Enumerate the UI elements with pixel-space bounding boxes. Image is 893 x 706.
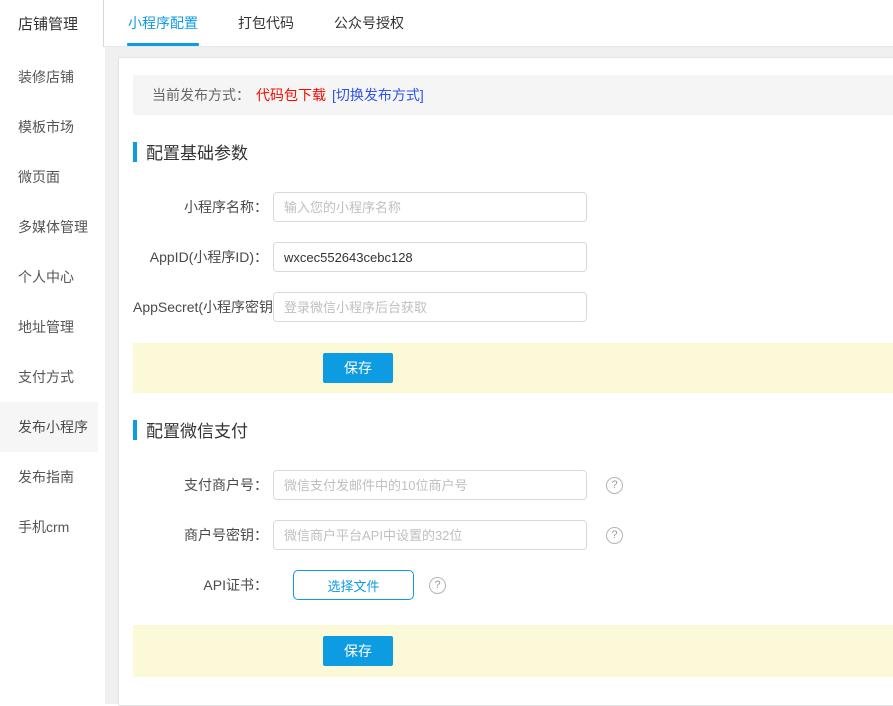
sidebar-header-label: 店铺管理 xyxy=(18,13,78,34)
sidebar-item-label: 地址管理 xyxy=(18,317,74,337)
merchant-key-help-icon[interactable]: ? xyxy=(606,527,623,544)
field-label: AppID(小程序ID)： xyxy=(133,247,268,267)
tab-package-code[interactable]: 打包代码 xyxy=(238,0,294,46)
sidebar-nav: 装修店铺 模板市场 微页面 多媒体管理 个人中心 地址管理 支付方式 发布小程序… xyxy=(0,47,104,704)
appid-input[interactable] xyxy=(273,242,587,272)
top-bar: 店铺管理 小程序配置 打包代码 公众号授权 xyxy=(0,0,893,47)
sidebar-item-label: 微页面 xyxy=(18,167,60,187)
tab-bar: 小程序配置 打包代码 公众号授权 xyxy=(104,0,893,47)
sidebar-item-publish-guide[interactable]: 发布指南 xyxy=(0,452,98,502)
sidebar-item-label: 个人中心 xyxy=(18,267,74,287)
config-panel: 当前发布方式： 代码包下载 [切换发布方式] 配置基础参数 小程序名称： App… xyxy=(118,57,893,706)
field-label: AppSecret(小程序密钥)： xyxy=(133,297,268,317)
payment-save-bar: 保存 xyxy=(133,625,893,677)
sidebar-item-mobile-crm[interactable]: 手机crm xyxy=(0,502,98,552)
section-accent-bar xyxy=(133,420,137,440)
sidebar-item-address-management[interactable]: 地址管理 xyxy=(0,302,98,352)
sidebar-item-media-management[interactable]: 多媒体管理 xyxy=(0,202,98,252)
sidebar-item-label: 手机crm xyxy=(18,517,69,537)
sidebar-item-template-market[interactable]: 模板市场 xyxy=(0,102,98,152)
merchant-id-help-icon[interactable]: ? xyxy=(606,477,623,494)
field-row-api-cert: API证书： 选择文件 ? xyxy=(133,570,893,600)
miniprogram-name-input[interactable] xyxy=(273,192,587,222)
section-wechat-pay: 配置微信支付 xyxy=(133,417,893,442)
section-basic-params: 配置基础参数 xyxy=(133,139,893,164)
field-label: 支付商户号： xyxy=(133,475,268,495)
basic-save-button[interactable]: 保存 xyxy=(323,353,393,383)
tab-label: 打包代码 xyxy=(238,13,294,33)
api-cert-help-icon[interactable]: ? xyxy=(429,577,446,594)
choose-file-button[interactable]: 选择文件 xyxy=(293,570,414,600)
sidebar-header: 店铺管理 xyxy=(0,0,104,47)
merchant-key-input[interactable] xyxy=(273,520,587,550)
field-row-merchant-id: 支付商户号： ? xyxy=(133,470,893,500)
publish-mode-notice: 当前发布方式： 代码包下载 [切换发布方式] xyxy=(133,75,893,115)
payment-save-button[interactable]: 保存 xyxy=(323,636,393,666)
section-accent-bar xyxy=(133,142,137,162)
tab-miniprogram-config[interactable]: 小程序配置 xyxy=(128,0,198,46)
field-row-miniprogram-name: 小程序名称： xyxy=(133,192,893,222)
section-title-text: 配置微信支付 xyxy=(146,417,248,442)
tab-official-account-auth[interactable]: 公众号授权 xyxy=(334,0,404,46)
sidebar-item-micro-page[interactable]: 微页面 xyxy=(0,152,98,202)
sidebar-item-label: 发布小程序 xyxy=(18,417,88,437)
field-row-appid: AppID(小程序ID)： xyxy=(133,242,893,272)
publish-mode-value: 代码包下载 xyxy=(256,85,326,105)
appsecret-input[interactable] xyxy=(273,292,587,322)
switch-publish-mode-link[interactable]: [切换发布方式] xyxy=(332,85,424,105)
content-background: 当前发布方式： 代码包下载 [切换发布方式] 配置基础参数 小程序名称： App… xyxy=(105,47,893,704)
notice-prefix: 当前发布方式： xyxy=(152,85,250,105)
sidebar-item-label: 支付方式 xyxy=(18,367,74,387)
sidebar-item-label: 多媒体管理 xyxy=(18,217,88,237)
tab-label: 小程序配置 xyxy=(128,13,198,33)
field-label: API证书： xyxy=(133,575,268,595)
tab-label: 公众号授权 xyxy=(334,13,404,33)
sidebar-item-label: 装修店铺 xyxy=(18,67,74,87)
sidebar-item-payment-method[interactable]: 支付方式 xyxy=(0,352,98,402)
basic-save-bar: 保存 xyxy=(133,343,893,393)
sidebar-item-decorate-shop[interactable]: 装修店铺 xyxy=(0,52,98,102)
field-label: 小程序名称： xyxy=(133,197,268,217)
sidebar-item-label: 发布指南 xyxy=(18,467,74,487)
field-label: 商户号密钥： xyxy=(133,525,268,545)
sidebar-item-publish-miniprogram[interactable]: 发布小程序 xyxy=(0,402,98,452)
merchant-id-input[interactable] xyxy=(273,470,587,500)
field-row-merchant-key: 商户号密钥： ? xyxy=(133,520,893,550)
section-title-text: 配置基础参数 xyxy=(146,139,248,164)
sidebar-item-personal-center[interactable]: 个人中心 xyxy=(0,252,98,302)
sidebar-item-label: 模板市场 xyxy=(18,117,74,137)
field-row-appsecret: AppSecret(小程序密钥)： xyxy=(133,292,893,322)
